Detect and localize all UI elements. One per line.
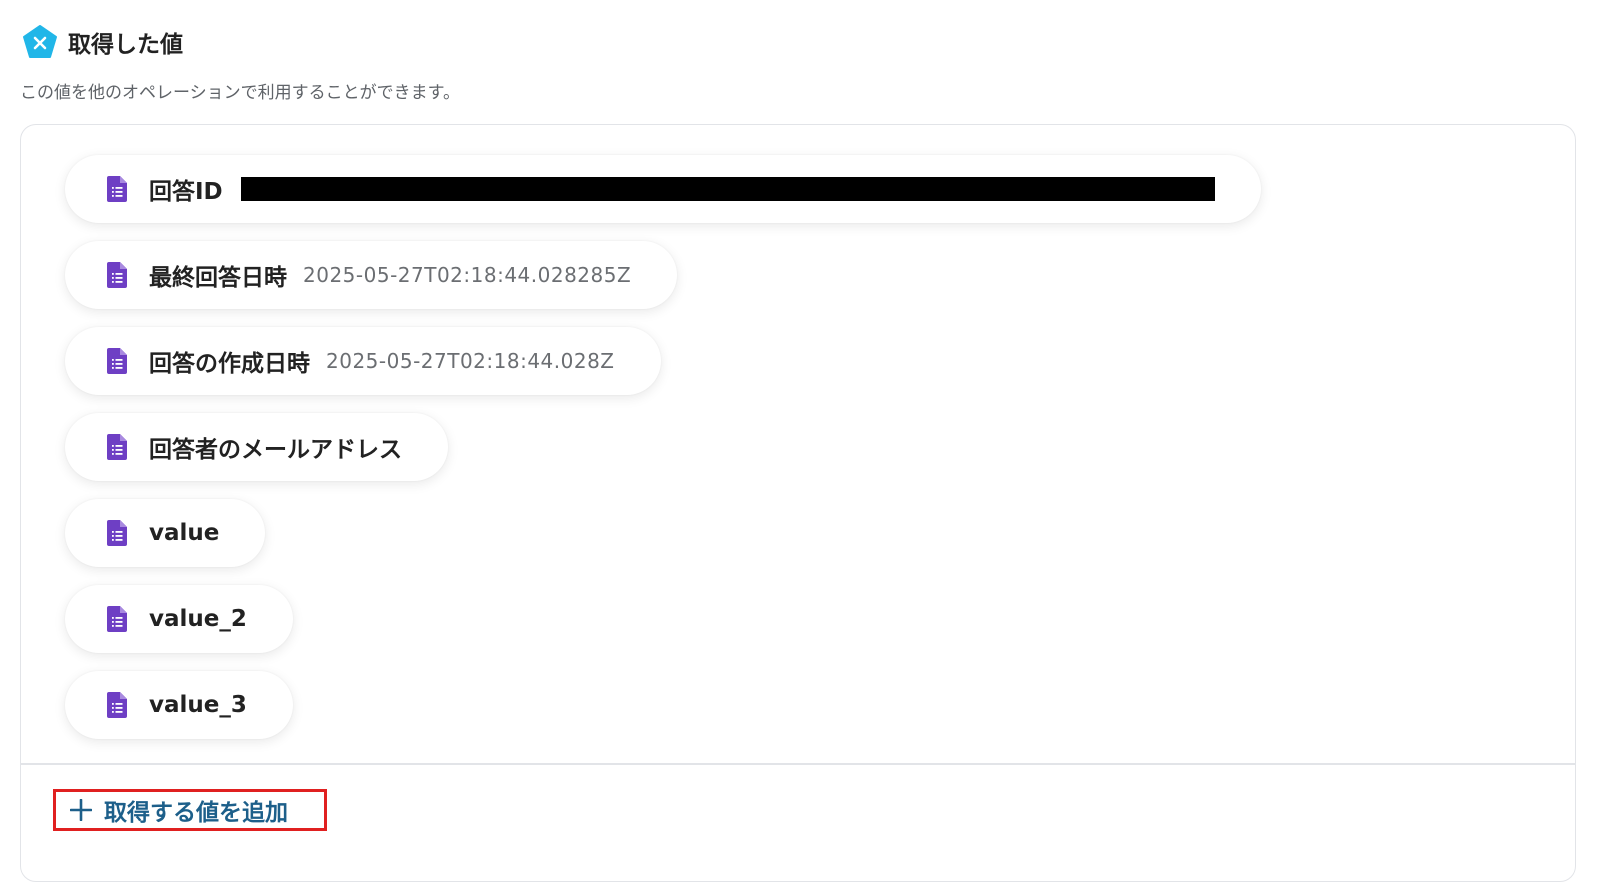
google-forms-doc-icon xyxy=(107,606,127,632)
section-title: 取得した値 xyxy=(68,32,183,58)
google-forms-doc-icon xyxy=(107,520,127,546)
value-label: 回答の作成日時 xyxy=(149,351,310,377)
redacted-value-bar xyxy=(240,177,1215,201)
plus-icon xyxy=(70,799,92,821)
panel-divider xyxy=(21,763,1575,765)
value-text: 2025-05-27T02:18:44.028Z xyxy=(326,349,615,373)
value-pill-response-created-time[interactable]: 回答の作成日時 2025-05-27T02:18:44.028Z xyxy=(65,327,661,395)
add-value-button[interactable]: 取得する値を追加 xyxy=(53,789,327,831)
value-label: value xyxy=(149,520,220,546)
yoom-x-pentagon-icon xyxy=(23,25,57,58)
value-pill-value-2[interactable]: value_2 xyxy=(65,585,293,653)
value-label: 回答者のメールアドレス xyxy=(149,437,402,463)
value-pill-respondent-email[interactable]: 回答者のメールアドレス xyxy=(65,413,448,481)
google-forms-doc-icon xyxy=(107,348,127,374)
google-forms-doc-icon xyxy=(107,434,127,460)
values-panel: 回答ID 最終回答日時 2025-05-27T02:18:44.028285Z xyxy=(20,124,1576,882)
google-forms-doc-icon xyxy=(107,692,127,718)
add-value-label: 取得する値を追加 xyxy=(104,800,288,826)
value-label: 回答ID xyxy=(149,179,223,205)
value-label: 最終回答日時 xyxy=(149,265,287,291)
value-pill-value-3[interactable]: value_3 xyxy=(65,671,293,739)
value-pill-response-id[interactable]: 回答ID xyxy=(65,155,1261,223)
value-text: 2025-05-27T02:18:44.028285Z xyxy=(303,263,632,287)
section-description: この値を他のオペレーションで利用することができます。 xyxy=(20,83,460,103)
value-pill-last-response-time[interactable]: 最終回答日時 2025-05-27T02:18:44.028285Z xyxy=(65,241,678,309)
google-forms-doc-icon xyxy=(107,176,127,202)
section-header: 取得した値 xyxy=(22,22,183,62)
value-label: value_2 xyxy=(149,606,247,632)
google-forms-doc-icon xyxy=(107,262,127,288)
value-label: value_3 xyxy=(149,692,247,718)
value-list: 回答ID 最終回答日時 2025-05-27T02:18:44.028285Z xyxy=(65,155,1261,757)
value-pill-value[interactable]: value xyxy=(65,499,266,567)
